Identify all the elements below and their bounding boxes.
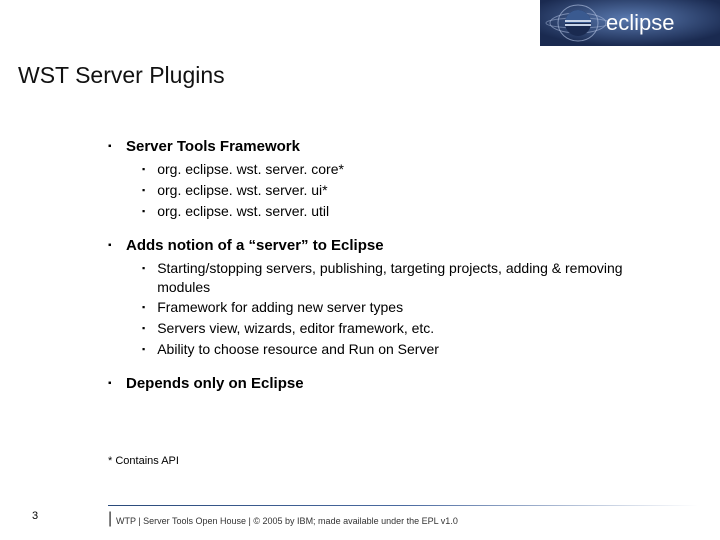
slide: eclipse WST Server Plugins Server Tools …	[0, 0, 720, 540]
list-item: Server Tools Framework org. eclipse. wst…	[108, 138, 678, 221]
footer-text: WTP | Server Tools Open House | © 2005 b…	[116, 516, 458, 526]
list-item: org. eclipse. wst. server. util	[142, 202, 678, 221]
list-item: org. eclipse. wst. server. core*	[142, 160, 678, 179]
bullet-label: Adds notion of a “server” to Eclipse	[126, 237, 384, 254]
eclipse-logo: eclipse	[540, 0, 720, 46]
footer-separator: |	[108, 510, 112, 528]
slide-content: Server Tools Framework org. eclipse. wst…	[108, 138, 678, 409]
list-item: org. eclipse. wst. server. ui*	[142, 181, 678, 200]
bullet-label: Server Tools Framework	[126, 138, 300, 155]
logo-text: eclipse	[606, 10, 674, 35]
list-item: Starting/stopping servers, publishing, t…	[142, 259, 678, 297]
bullet-list-level2: org. eclipse. wst. server. core* org. ec…	[142, 160, 678, 221]
list-item: Depends only on Eclipse	[108, 375, 678, 393]
footer: 3 | WTP | Server Tools Open House | © 20…	[0, 498, 720, 528]
page-number: 3	[32, 510, 38, 522]
list-item: Ability to choose resource and Run on Se…	[142, 340, 678, 359]
footnote: * Contains API	[108, 455, 179, 467]
slide-title: WST Server Plugins	[18, 62, 225, 89]
list-item: Servers view, wizards, editor framework,…	[142, 319, 678, 338]
bullet-label: Depends only on Eclipse	[126, 375, 304, 392]
bullet-list-level1: Server Tools Framework org. eclipse. wst…	[108, 138, 678, 393]
list-item: Framework for adding new server types	[142, 298, 678, 317]
list-item: Adds notion of a “server” to Eclipse Sta…	[108, 237, 678, 359]
footer-divider	[108, 505, 698, 506]
bullet-list-level2: Starting/stopping servers, publishing, t…	[142, 259, 678, 359]
